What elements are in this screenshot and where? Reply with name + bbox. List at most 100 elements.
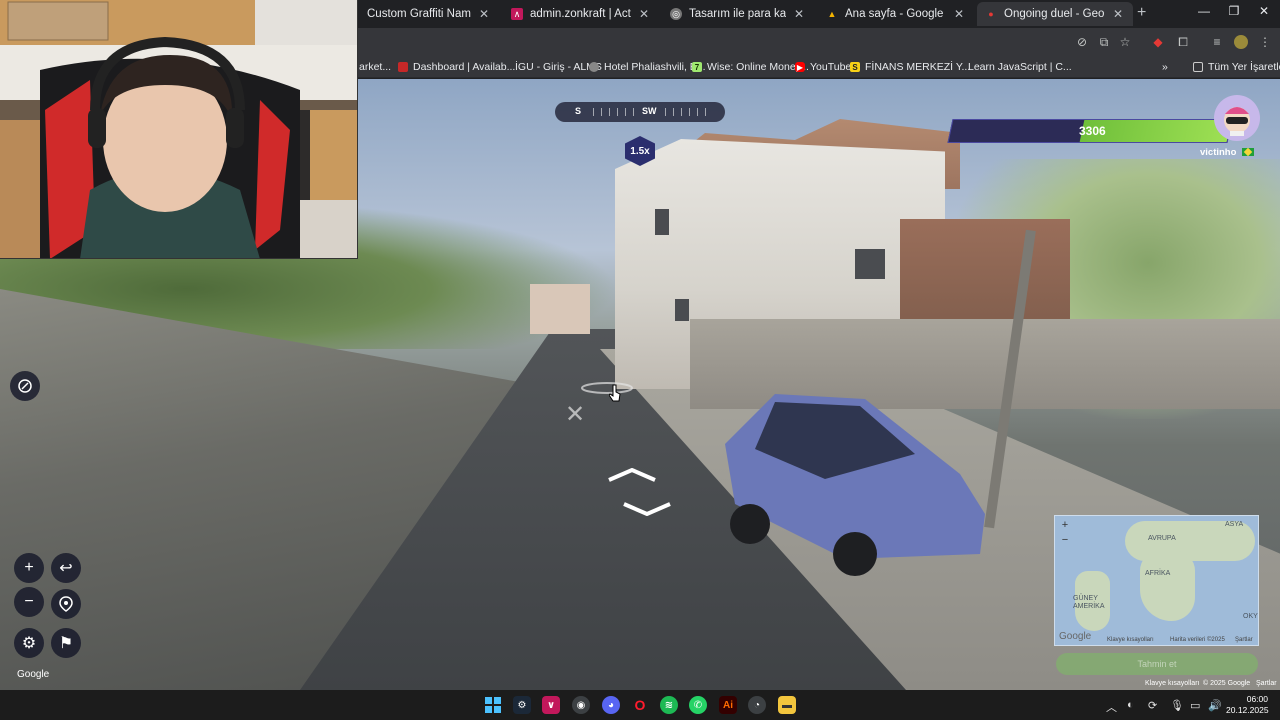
- restore-icon[interactable]: ❐: [1224, 4, 1244, 18]
- whatsapp-icon[interactable]: ✆: [689, 696, 707, 714]
- display-icon[interactable]: ▭: [1190, 699, 1200, 712]
- tab-title: Tasarım ile para kazanma: [689, 8, 786, 20]
- tab-title: admin.zonkraft | Active Orders: [530, 8, 631, 20]
- app-icon[interactable]: ◔: [748, 696, 766, 714]
- tab-google-drive[interactable]: ▲ Ana sayfa - Google Drive ✕: [818, 2, 974, 26]
- opera-gx-icon[interactable]: O: [631, 696, 649, 714]
- tray-overflow-icon[interactable]: ︿: [1106, 699, 1117, 715]
- zoom-in-button[interactable]: +: [14, 553, 44, 583]
- close-icon[interactable]: ✕: [477, 7, 491, 21]
- file-explorer-icon[interactable]: ▬: [778, 696, 796, 714]
- bookmark-item[interactable]: Hotel Phaliashvili, B...: [589, 60, 706, 74]
- distant-building: [530, 284, 590, 334]
- copyright-text: © 2025 Google: [1203, 680, 1251, 687]
- all-bookmarks-button[interactable]: Tüm Yer İşaretleri: [1193, 60, 1280, 74]
- microphone-icon[interactable]: 🎙: [1170, 699, 1184, 712]
- compass-tick: [697, 108, 698, 116]
- eye-off-icon[interactable]: ⊘: [1075, 35, 1089, 49]
- terms-link[interactable]: Şartlar: [1256, 680, 1277, 687]
- youtube-icon: ▶: [795, 62, 805, 72]
- close-icon[interactable]: ✕: [637, 7, 651, 21]
- taskbar-clock[interactable]: 06:00 20.12.2025: [1226, 694, 1269, 716]
- globe-icon: [589, 62, 599, 72]
- player-avatar: [1214, 95, 1260, 141]
- map-zoom-in-button[interactable]: +: [1059, 519, 1071, 531]
- illustrator-icon[interactable]: Ai: [719, 696, 737, 714]
- media-icon[interactable]: ≡: [1210, 35, 1224, 49]
- compass-tick: [689, 108, 690, 116]
- extensions-icon[interactable]: ⧠: [1176, 35, 1190, 49]
- admin-favicon-icon: ∧: [511, 8, 523, 20]
- spotify-icon[interactable]: ≋: [660, 696, 678, 714]
- close-icon[interactable]: ✕: [952, 7, 966, 21]
- new-tab-button[interactable]: +: [1137, 4, 1153, 22]
- star-icon[interactable]: ☆: [1118, 35, 1132, 49]
- geoguessr-favicon-icon: ●: [988, 9, 994, 19]
- map-label: GÜNEY AMERİKA: [1073, 595, 1105, 610]
- discord-icon[interactable]: ◕: [602, 696, 620, 714]
- steam-icon[interactable]: ⚙: [513, 696, 531, 714]
- close-icon[interactable]: ✕: [1111, 7, 1125, 21]
- windows-start-icon[interactable]: [484, 696, 502, 714]
- return-to-start-icon[interactable]: [51, 589, 81, 619]
- install-icon[interactable]: ⧉: [1097, 35, 1111, 49]
- minimize-icon[interactable]: —: [1194, 4, 1214, 18]
- map-google-logo: Google: [1059, 631, 1092, 642]
- settings-icon[interactable]: ⚙: [14, 628, 44, 658]
- globe-favicon-icon: ◎: [670, 8, 682, 20]
- window-close-icon[interactable]: ✕: [1254, 4, 1274, 18]
- checkpoint-flag-icon[interactable]: ⚑: [51, 628, 81, 658]
- map-shortcuts-link[interactable]: Klavye kısayolları: [1107, 637, 1154, 643]
- map-data-credit: Harita verileri ©2025: [1170, 637, 1225, 643]
- drive-favicon-icon: ▲: [827, 9, 837, 19]
- profile-avatar[interactable]: [1234, 35, 1248, 49]
- tab-geoguessr[interactable]: ● Ongoing duel - GeoGuessr ✕: [977, 2, 1133, 26]
- tab-custom-graffiti[interactable]: Custom Graffiti Name Metal Si ✕: [359, 2, 499, 26]
- close-icon[interactable]: ✕: [792, 7, 806, 21]
- chrome-icon[interactable]: ◉: [572, 696, 590, 714]
- map-terms-link[interactable]: Şartlar: [1235, 637, 1253, 643]
- map-label: OKY: [1243, 613, 1258, 620]
- compass-tick: [665, 108, 666, 116]
- bookmark-item[interactable]: Dashboard | Availab...: [398, 60, 515, 74]
- app-icon[interactable]: ∨: [542, 696, 560, 714]
- bookmark-item[interactable]: 7 Wise: Online Money...: [692, 60, 809, 74]
- more-label: »: [1162, 61, 1168, 73]
- menu-icon[interactable]: ⋮: [1258, 35, 1272, 49]
- keyboard-shortcuts-link[interactable]: Klavye kısayolları: [1145, 680, 1199, 687]
- bookmark-item[interactable]: ▶ YouTube: [795, 60, 851, 74]
- bookmark-label: YouTube: [810, 61, 852, 73]
- undo-icon[interactable]: ↩: [51, 553, 81, 583]
- extension-red-icon[interactable]: ◆: [1151, 35, 1165, 49]
- mouse-pointer-icon: [609, 384, 621, 402]
- bookmarks-more-button[interactable]: »: [1162, 60, 1168, 74]
- compass-tick: [705, 108, 706, 116]
- guess-minimap[interactable]: ASYA AVRUPA AFRİKA GÜNEY AMERİKA OKY + −…: [1054, 515, 1259, 646]
- move-forward-arrow-icon[interactable]: [607, 468, 657, 482]
- google-watermark: Google: [17, 669, 50, 680]
- move-backward-arrow-icon[interactable]: [622, 502, 672, 516]
- volume-icon[interactable]: 🔊: [1208, 699, 1222, 712]
- tab-admin-zonkraft[interactable]: ∧ admin.zonkraft | Active Orders ✕: [503, 2, 659, 26]
- map-label: AVRUPA: [1148, 535, 1176, 542]
- report-icon[interactable]: [10, 371, 40, 401]
- window: [855, 249, 885, 279]
- compass-tick: [681, 108, 682, 116]
- map-zoom-out-button[interactable]: −: [1059, 534, 1071, 546]
- bookmark-label: arket...: [359, 61, 392, 73]
- zoom-out-button[interactable]: −: [14, 587, 44, 617]
- bookmark-item[interactable]: İGU - Giriş - ALMS: [500, 60, 602, 74]
- bookmark-label: Learn JavaScript | C...: [968, 61, 1072, 73]
- bookmark-icon: [398, 62, 408, 72]
- bookmark-item[interactable]: Learn JavaScript | C...: [953, 60, 1072, 74]
- player-name: victinho: [1200, 147, 1237, 158]
- guess-button[interactable]: Tahmin et: [1056, 653, 1258, 675]
- tab-tasarim[interactable]: ◎ Tasarım ile para kazanma ✕: [662, 2, 814, 26]
- bookmark-item[interactable]: arket...: [359, 60, 391, 74]
- tray-refresh-icon[interactable]: ⟳: [1148, 699, 1157, 712]
- tray-app-icon[interactable]: ◐: [1127, 699, 1134, 711]
- bookmark-icon: [953, 62, 963, 72]
- bookmark-label: Wise: Online Money...: [707, 61, 809, 73]
- compass-tick: [633, 108, 634, 116]
- compass-label-s: S: [575, 106, 582, 116]
